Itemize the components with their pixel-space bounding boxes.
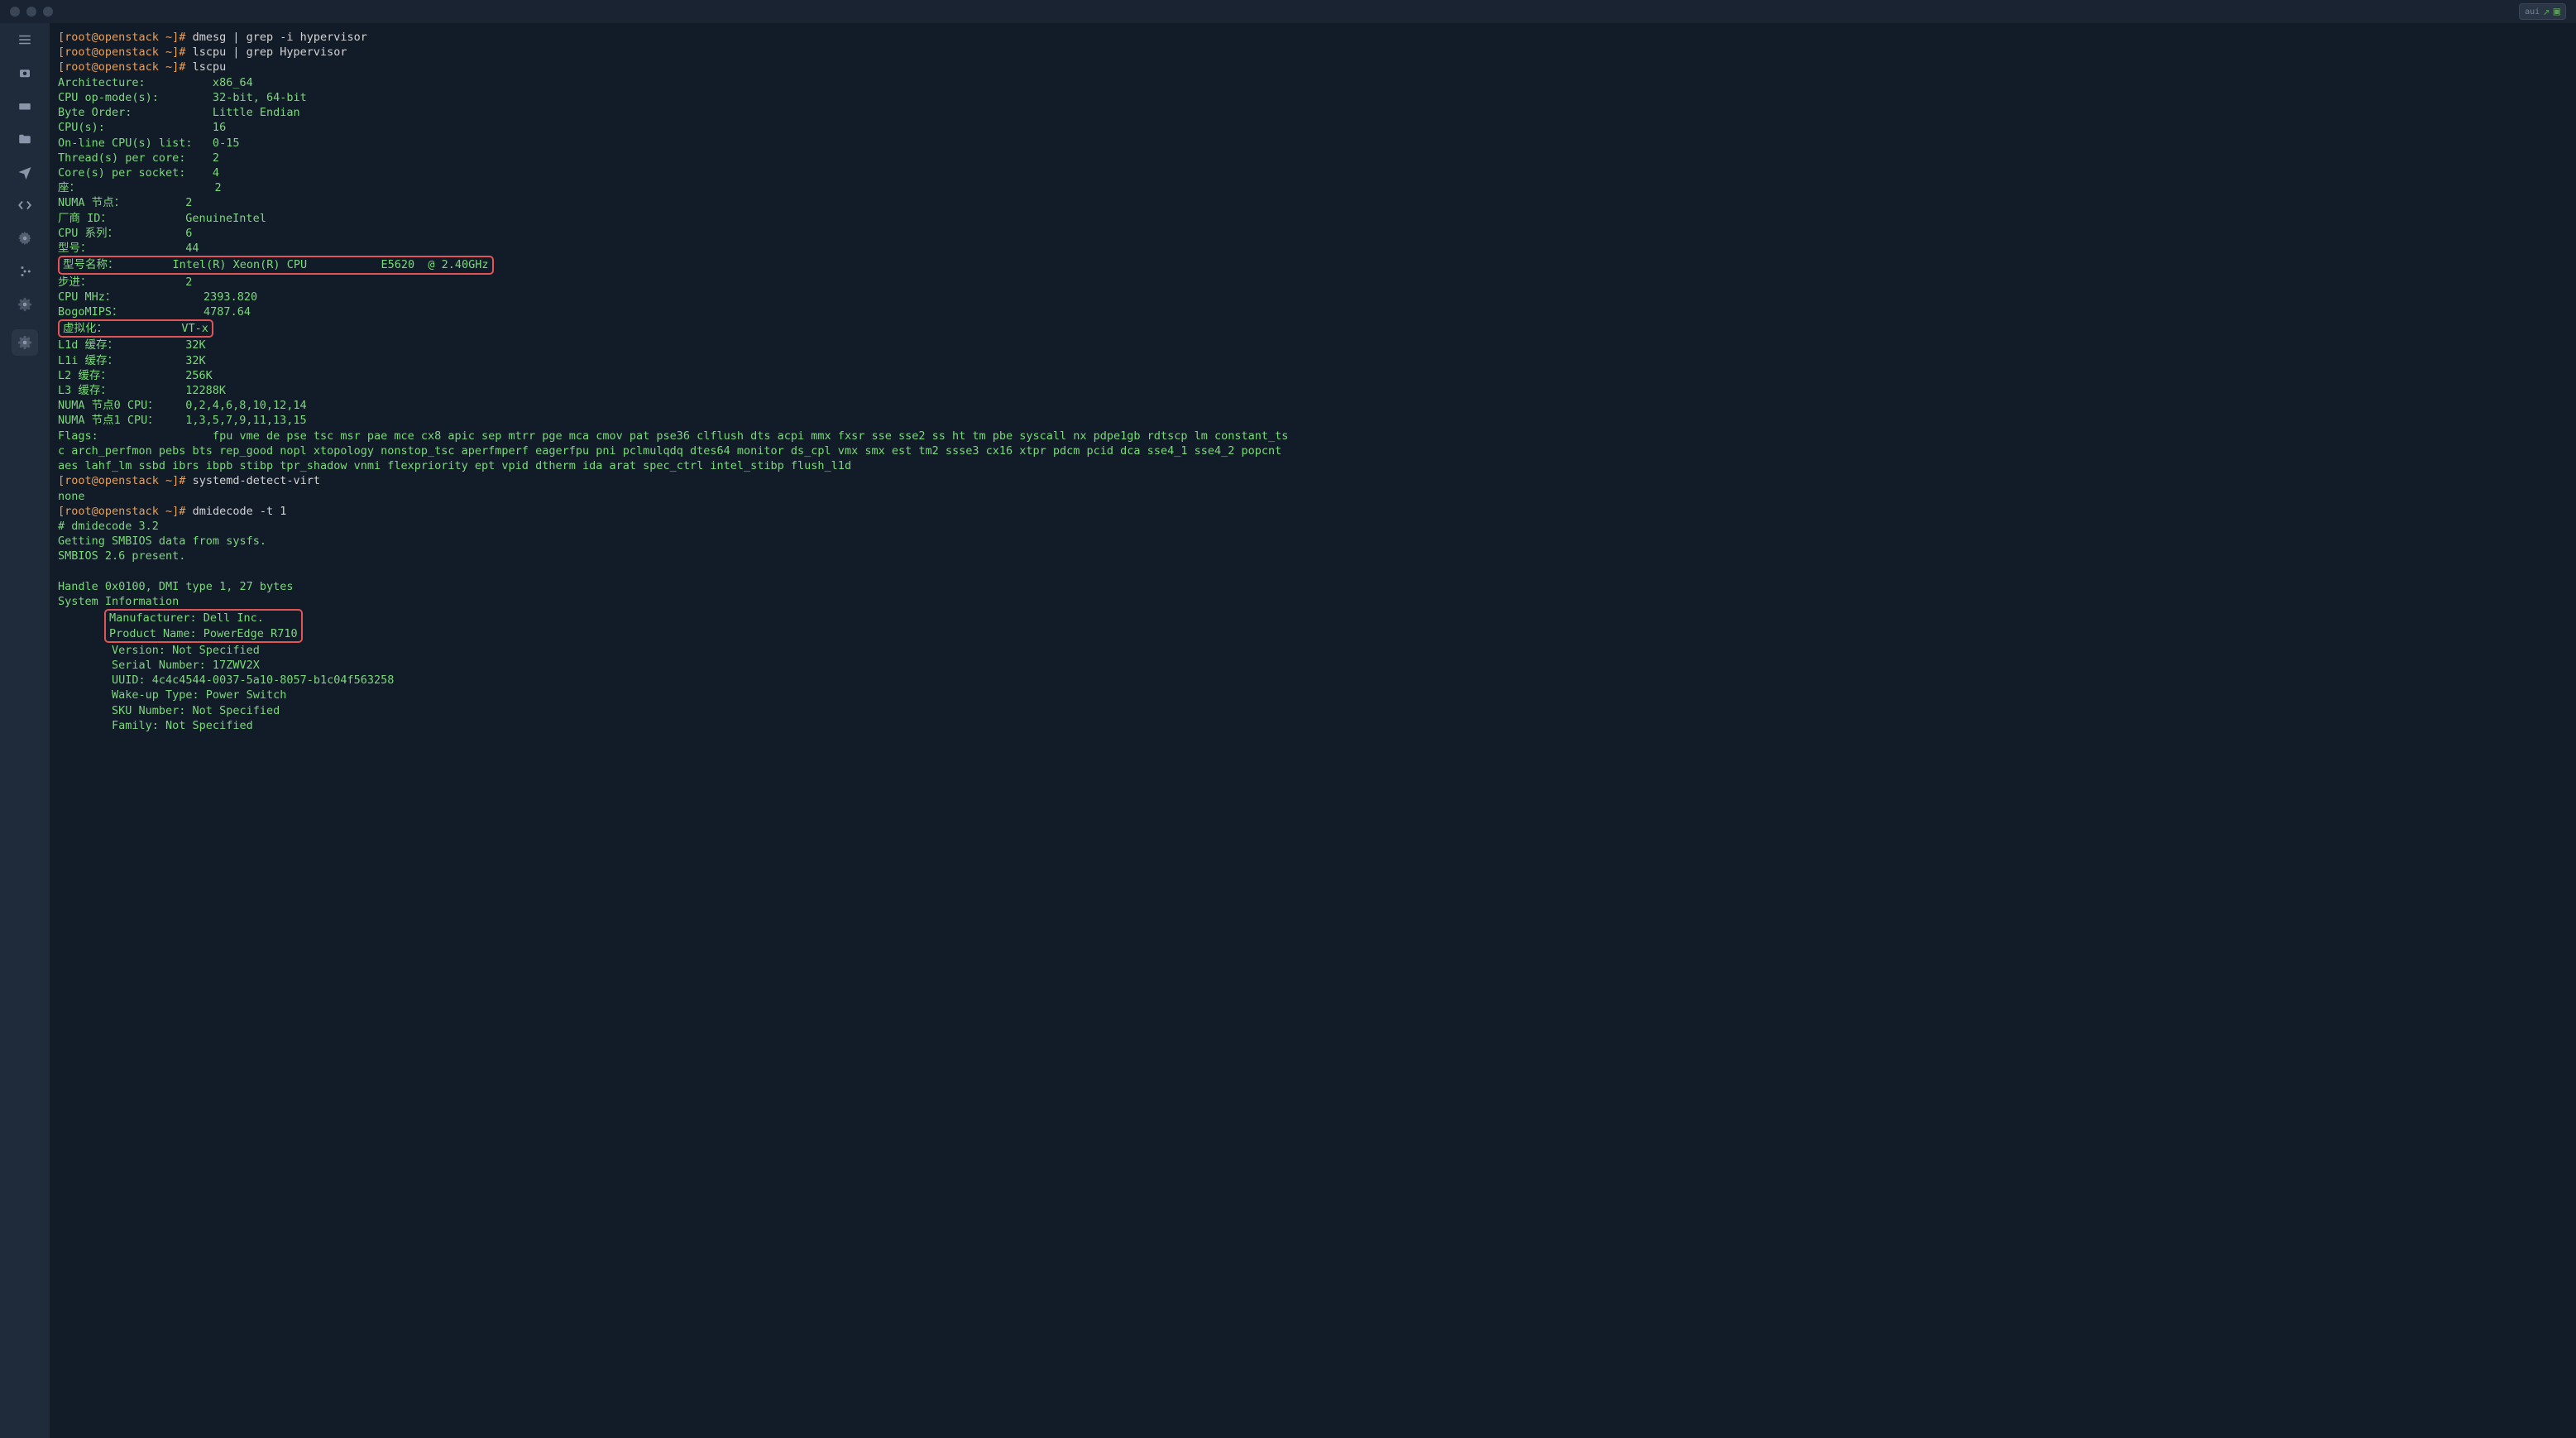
output-line: CPU 系列： 6 [58,226,2568,241]
output-line: Handle 0x0100, DMI type 1, 27 bytes [58,579,2568,594]
close-button[interactable] [10,7,20,17]
output-line: Getting SMBIOS data from sysfs. [58,534,2568,549]
titlebar-badge[interactable]: aui ↗ ▣ [2519,3,2566,20]
prompt: [root@openstack ~]# [58,60,193,74]
output-line: 步进： 2 [58,275,2568,290]
output-line: CPU(s): 16 [58,120,2568,135]
terminal-output[interactable]: [root@openstack ~]# dmesg | grep -i hype… [50,23,2576,1438]
output-line: c arch_perfmon pebs bts rep_good nopl xt… [58,443,2568,458]
sidebar [0,23,50,1438]
traffic-lights [10,7,53,17]
output-line: none [58,489,2568,504]
output-line: Version: Not Specified [58,643,2568,658]
output-line: Byte Order: Little Endian [58,105,2568,120]
code-icon[interactable] [17,197,33,213]
prompt: [root@openstack ~]# [58,31,193,44]
split-icon[interactable]: ▣ [2554,5,2560,18]
output-line: # dmidecode 3.2 [58,519,2568,534]
output-line: Wake-up Type: Power Switch [58,688,2568,702]
titlebar-right: aui ↗ ▣ [2519,3,2566,20]
prompt: [root@openstack ~]# [58,46,193,59]
output-line: Family: Not Specified [58,718,2568,733]
prompt: [root@openstack ~]# [58,474,193,487]
command: lscpu | grep Hypervisor [193,46,347,59]
output-line: Core(s) per socket: 4 [58,165,2568,180]
output-line: Thread(s) per core: 2 [58,151,2568,165]
prompt: [root@openstack ~]# [58,505,193,518]
output-line: L1d 缓存： 32K [58,338,2568,352]
output-line: System Information [58,594,2568,609]
send-icon[interactable] [17,164,33,180]
output-line: On-line CPU(s) list: 0-15 [58,136,2568,151]
highlighted-dmi: Manufacturer: Dell Inc. Product Name: Po… [104,609,303,642]
output-line: L1i 缓存： 32K [58,353,2568,368]
output-line: aes lahf_lm ssbd ibrs ibpb stibp tpr_sha… [58,458,2568,473]
output-line: 型号： 44 [58,241,2568,256]
minimize-button[interactable] [26,7,36,17]
highlighted-modelname: 型号名称： Intel(R) Xeon(R) CPU E5620 @ 2.40G… [58,256,494,274]
dmi-prod: Product Name: PowerEdge R710 [109,627,298,640]
command: dmidecode -t 1 [193,505,287,518]
output-line: L3 缓存： 12288K [58,383,2568,398]
output-line: NUMA 节点： 2 [58,195,2568,210]
gear-icon-3[interactable] [12,329,38,356]
menu-icon[interactable] [17,31,33,48]
output-line: CPU op-mode(s): 32-bit, 64-bit [58,90,2568,105]
share-icon[interactable]: ↗ [2543,5,2550,18]
output-line: 座： 2 [58,180,2568,195]
titlebar: aui ↗ ▣ [0,0,2576,23]
output-line: BogoMIPS： 4787.64 [58,304,2568,319]
camera-icon[interactable] [17,65,33,81]
output-line: NUMA 节点1 CPU： 1,3,5,7,9,11,13,15 [58,413,2568,428]
output-line [58,564,2568,579]
main-area: [root@openstack ~]# dmesg | grep -i hype… [0,23,2576,1438]
maximize-button[interactable] [43,7,53,17]
output-line: 厂商 ID： GenuineIntel [58,211,2568,226]
command: dmesg | grep -i hypervisor [193,31,367,44]
command: systemd-detect-virt [193,474,320,487]
output-line: UUID: 4c4c4544-0037-5a10-8057-b1c04f5632… [58,673,2568,688]
command: lscpu [193,60,227,74]
dmi-mfr: Manufacturer: Dell Inc. [109,611,298,625]
gear-icon-2[interactable] [17,296,33,313]
keyboard-icon[interactable] [17,98,33,114]
output-line: SMBIOS 2.6 present. [58,549,2568,563]
folder-icon[interactable] [17,131,33,147]
gear-icon-1[interactable] [17,230,33,247]
ubuntu-icon[interactable] [17,263,33,280]
terminal-window: aui ↗ ▣ [0,0,2576,1438]
badge-text: aui [2525,7,2540,17]
output-line: Serial Number: 17ZWV2X [58,658,2568,673]
output-line: Architecture: x86_64 [58,75,2568,90]
output-line: NUMA 节点0 CPU： 0,2,4,6,8,10,12,14 [58,398,2568,413]
output-line: Flags: fpu vme de pse tsc msr pae mce cx… [58,429,2568,443]
highlighted-virt: 虚拟化： VT-x [58,319,213,338]
output-line: L2 缓存： 256K [58,368,2568,383]
output-line: SKU Number: Not Specified [58,703,2568,718]
output-line: CPU MHz： 2393.820 [58,290,2568,304]
